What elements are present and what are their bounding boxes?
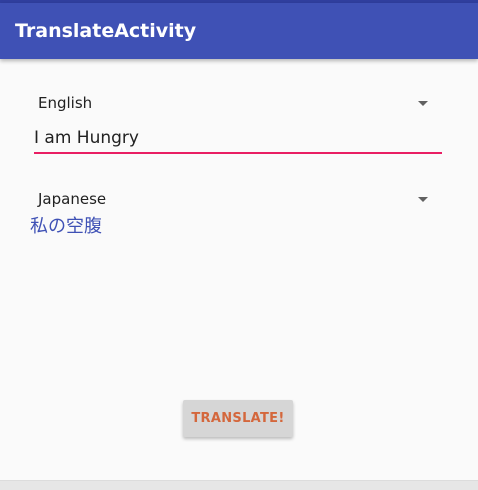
translate-screen: TranslateActivity English I am Hungry Ja… (0, 0, 478, 490)
source-language-label: English (38, 94, 93, 112)
bottom-edge (0, 480, 478, 490)
source-language-spinner[interactable]: English (30, 88, 442, 118)
translation-result: 私の空腹 (30, 216, 102, 237)
app-title: TranslateActivity (15, 20, 197, 42)
caret-down-icon (418, 197, 428, 202)
app-bar: TranslateActivity (0, 3, 478, 59)
caret-down-icon (418, 101, 428, 106)
target-language-spinner[interactable]: Japanese (30, 184, 442, 214)
translate-button-label: TRANSLATE! (191, 411, 285, 426)
source-text-input[interactable]: I am Hungry (34, 124, 442, 154)
target-language-label: Japanese (38, 190, 107, 208)
translate-button[interactable]: TRANSLATE! (183, 400, 293, 437)
source-text-value: I am Hungry (34, 128, 139, 148)
